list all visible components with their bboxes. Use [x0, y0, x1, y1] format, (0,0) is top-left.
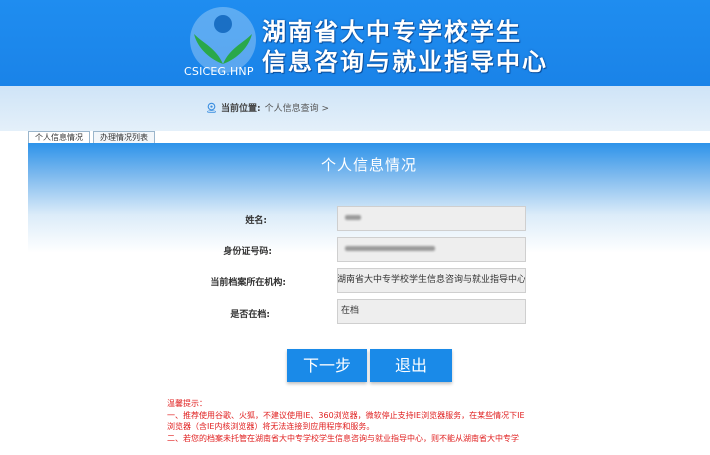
redacted-value — [345, 215, 361, 220]
breadcrumb-band — [0, 86, 710, 131]
name-field — [337, 206, 526, 231]
id-number-label: 身份证号码: — [223, 247, 272, 257]
location-pin-icon — [207, 102, 216, 113]
notice-line1: 一、推荐使用谷歌、火狐，不建议使用IE、360浏览器，微软停止支持IE浏览器服务… — [167, 410, 525, 420]
redacted-value — [345, 246, 435, 251]
logo-text: CSICEG.HNP — [184, 65, 254, 78]
notice-box: 温馨提示： 一、推荐使用谷歌、火狐，不建议使用IE、360浏览器，微软停止支持I… — [167, 398, 597, 444]
breadcrumb-label: 当前位置: — [221, 104, 261, 114]
exit-button[interactable]: 退出 — [370, 349, 452, 382]
org-field: 湖南省大中专学校学生信息咨询与就业指导中心 — [337, 268, 526, 293]
notice-heading: 温馨提示： — [167, 399, 207, 408]
name-label: 姓名: — [245, 216, 267, 226]
panel-title: 个人信息情况 — [320, 156, 417, 174]
site-title-line2: 信息咨询与就业指导中心 — [262, 48, 548, 76]
site-header: CSICEG.HNP 湖南省大中专学校学生 信息咨询与就业指导中心 — [0, 0, 710, 86]
breadcrumb-link[interactable]: 个人信息查询 > — [265, 101, 329, 114]
notice-line2: 浏览器（含IE内核浏览器）将无法连接到应用程序和服务。 — [167, 422, 375, 431]
next-button[interactable]: 下一步 — [287, 349, 367, 382]
breadcrumb: 当前位置: 个人信息查询 > — [206, 101, 329, 114]
status-field: 在档 — [337, 299, 526, 324]
id-number-field — [337, 237, 526, 262]
status-label: 是否在档: — [230, 310, 270, 320]
org-label: 当前档案所在机构: — [210, 278, 286, 288]
notice-line3: 二、若您的档案未托管在湖南省大中专学校学生信息咨询与就业指导中心，则不能从湖南省… — [167, 433, 519, 443]
